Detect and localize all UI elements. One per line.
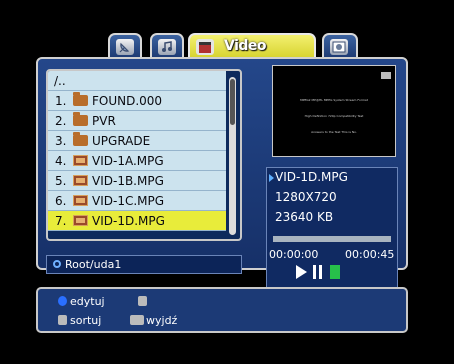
list-item[interactable]: 5. VID-1B.MPG [48,171,226,191]
file-name: VID-1B.MPG [92,174,164,188]
file-list: /.. 1. FOUND.000 2. PVR 3. UPGRADE 4. VI… [46,69,242,241]
music-note-icon [158,39,176,55]
tab-picture[interactable] [322,33,358,59]
hint-bar: edytuj sortuj wyjdź [36,287,408,333]
folder-icon [73,112,88,126]
preview-text: MPEG2 MP@HL MPEG System Stream Format [300,98,368,102]
file-number: 2. [55,114,67,128]
info-key-icon [138,296,147,306]
video-file-icon [73,215,88,226]
info-resolution: 1280X720 [275,190,337,204]
list-item[interactable]: 4. VID-1A.MPG [48,151,226,171]
list-item[interactable]: 6. VID-1C.MPG [48,191,226,211]
list-item[interactable]: 2. PVR [48,111,226,131]
hint-edit-label: edytuj [70,295,105,308]
path-text: Root/uda1 [65,258,122,271]
file-number: 5. [55,174,67,188]
selection-arrow-icon [269,174,274,182]
file-name: VID-1A.MPG [92,154,164,168]
picture-icon [330,39,348,55]
video-file-icon [73,175,88,186]
file-name: FOUND.000 [92,94,163,108]
tab-video-label: Video [224,38,267,54]
tab-satellite[interactable] [108,33,142,59]
file-number: 6. [55,194,67,208]
stop-icon[interactable] [330,265,340,279]
list-item[interactable]: 1. FOUND.000 [48,91,226,111]
file-name: /.. [54,74,66,88]
play-icon[interactable] [296,265,307,279]
scrollbar-thumb[interactable] [230,79,235,125]
satellite-dish-icon [116,39,134,55]
info-size: 23640 KB [275,210,334,224]
file-name: UPGRADE [92,134,151,148]
list-scrollbar[interactable] [229,77,236,235]
preview-text: High Definition 720p Compatibility Test [304,114,364,118]
file-number: 1. [55,94,67,108]
file-name: VID-1C.MPG [92,194,165,208]
sort-key-icon [58,315,67,325]
video-file-icon [73,195,88,206]
video-preview: MPEG2 MP@HL MPEG System Stream Format Hi… [272,65,396,157]
pause-icon[interactable] [313,265,322,279]
preview-badge-icon [381,72,391,79]
drive-icon [53,260,61,268]
hint-sort-label: sortuj [70,314,102,327]
list-item-selected[interactable]: 7. VID-1D.MPG [48,211,226,231]
file-number: 4. [55,154,67,168]
video-file-icon [73,155,88,166]
list-item[interactable]: 3. UPGRADE [48,131,226,151]
blue-key-icon [58,296,67,306]
playback-progress-bar [273,236,391,242]
time-total: 00:00:45 [345,248,395,261]
preview-text: Answers to the Test This is No. [311,130,357,134]
hint-exit-label: wyjdź [146,314,178,327]
file-number: 3. [55,134,67,148]
file-name: PVR [92,114,116,128]
film-clapper-icon [196,39,214,55]
media-player-window: Video /.. 1. FOUND.000 2. PVR 3. UPGRADE… [36,33,408,333]
time-elapsed: 00:00:00 [269,248,319,261]
tab-video[interactable]: Video [188,33,316,59]
list-item-parent-dir[interactable]: /.. [48,71,226,91]
exit-key-icon [130,315,144,325]
folder-icon [73,132,88,146]
file-name: VID-1D.MPG [92,214,165,228]
current-path: Root/uda1 [46,255,242,274]
file-number: 7. [55,214,67,228]
folder-icon [73,92,88,106]
tab-music[interactable] [150,33,184,59]
info-filename: VID-1D.MPG [275,170,348,184]
